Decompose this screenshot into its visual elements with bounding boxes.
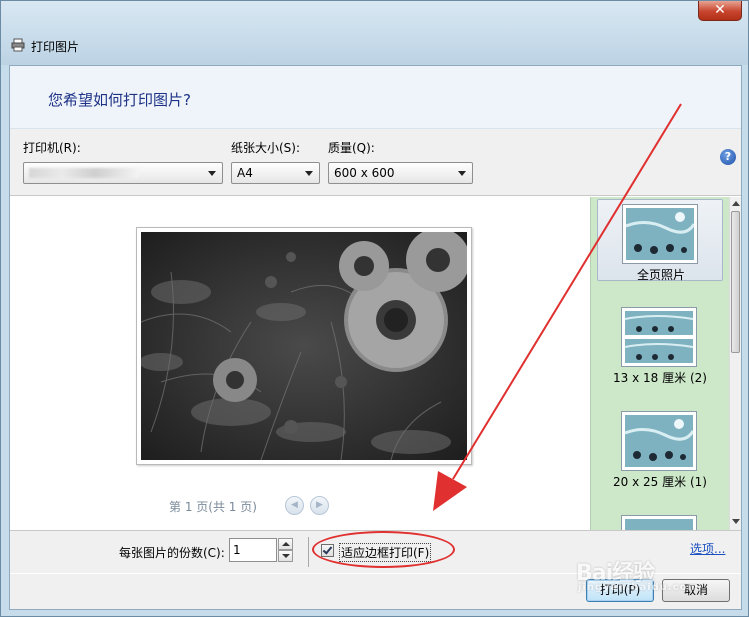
quality-value: 600 x 600 — [334, 166, 395, 180]
paper-size-label: 纸张大小(S): — [231, 141, 301, 155]
single-photo-layout-icon — [624, 415, 695, 467]
preview-photo — [141, 232, 467, 460]
layout-thumbnail — [621, 515, 697, 530]
preview-page — [136, 227, 472, 465]
paper-size-select[interactable]: A4 — [231, 162, 320, 184]
page-indicator: 第 1 页(共 1 页) — [169, 500, 257, 514]
quality-select[interactable]: 600 x 600 — [328, 162, 473, 184]
copies-input[interactable]: 1 — [229, 538, 277, 562]
chevron-up-icon — [282, 542, 290, 546]
layout-list: 全页照片 13 x 18 厘米 (2) 20 x 25 厘米 (1) — [590, 197, 729, 530]
print-preview: 第 1 页(共 1 页) ◀ ▶ — [10, 197, 590, 530]
chevron-down-icon — [282, 554, 290, 558]
watermark-logo: Bai经验 jingyan.baidu.com — [576, 550, 726, 598]
copies-decrement[interactable] — [278, 550, 293, 562]
print-options-bar: 打印机(R): 纸张大小(S): A4 质量(Q): 600 x 600 — [10, 129, 741, 196]
annotation-ellipse — [312, 531, 455, 568]
printer-value-blurred — [29, 168, 139, 178]
scroll-up-icon[interactable] — [732, 201, 740, 206]
chevron-down-icon — [208, 171, 216, 176]
printer-select[interactable] — [23, 162, 223, 184]
layout-scrollbar[interactable] — [729, 197, 741, 530]
title-bar[interactable]: 打印图片 ✕ — [1, 1, 748, 65]
previous-page-button[interactable]: ◀ — [285, 496, 304, 515]
window-title: 打印图片 — [31, 40, 80, 54]
two-photo-layout-icon — [624, 311, 694, 363]
print-pictures-window: 打印图片 ✕ 您希望如何打印图片? 打印机(R): 纸张大小(S): A4 质量… — [0, 0, 749, 617]
chevron-down-icon — [305, 171, 313, 176]
copies-label: 每张图片的份数(C): — [119, 546, 225, 560]
divider — [308, 537, 309, 567]
layout-item-20x25[interactable]: 20 x 25 厘米 (1) — [597, 407, 723, 489]
layout-thumbnail — [621, 307, 697, 367]
layout-label: 13 x 18 厘米 (2) — [613, 371, 707, 385]
copies-increment[interactable] — [278, 538, 293, 550]
layout-label: 20 x 25 厘米 (1) — [613, 475, 707, 489]
chevron-down-icon — [458, 171, 466, 176]
dialog-client: 您希望如何打印图片? 打印机(R): 纸张大小(S): A4 质量(Q): 60… — [9, 65, 742, 610]
full-page-photo-icon — [625, 208, 696, 260]
page-title: 您希望如何打印图片? — [48, 91, 191, 109]
layout-thumbnail — [622, 204, 698, 264]
dialog-header: 您希望如何打印图片? — [10, 66, 741, 129]
help-icon[interactable]: ? — [720, 149, 736, 165]
layout-thumbnail — [621, 411, 697, 471]
paper-size-value: A4 — [237, 166, 253, 180]
next-page-button[interactable]: ▶ — [310, 496, 329, 515]
photo-layout-icon — [625, 519, 693, 530]
scroll-down-icon[interactable] — [732, 519, 740, 524]
printer-label: 打印机(R): — [23, 141, 81, 155]
layout-label: 全页照片 — [636, 268, 685, 282]
printer-icon — [11, 38, 25, 52]
layout-item-13x18[interactable]: 13 x 18 厘米 (2) — [597, 303, 723, 385]
close-button[interactable]: ✕ — [698, 1, 742, 21]
quality-label: 质量(Q): — [328, 141, 375, 155]
layout-item-full-page[interactable]: 全页照片 — [597, 199, 723, 282]
watermark-subtext: jingyan.baidu.com — [578, 582, 699, 593]
flower-photo-image — [141, 232, 467, 460]
layout-item-partial[interactable] — [597, 511, 723, 530]
scrollbar-thumb[interactable] — [731, 211, 740, 353]
